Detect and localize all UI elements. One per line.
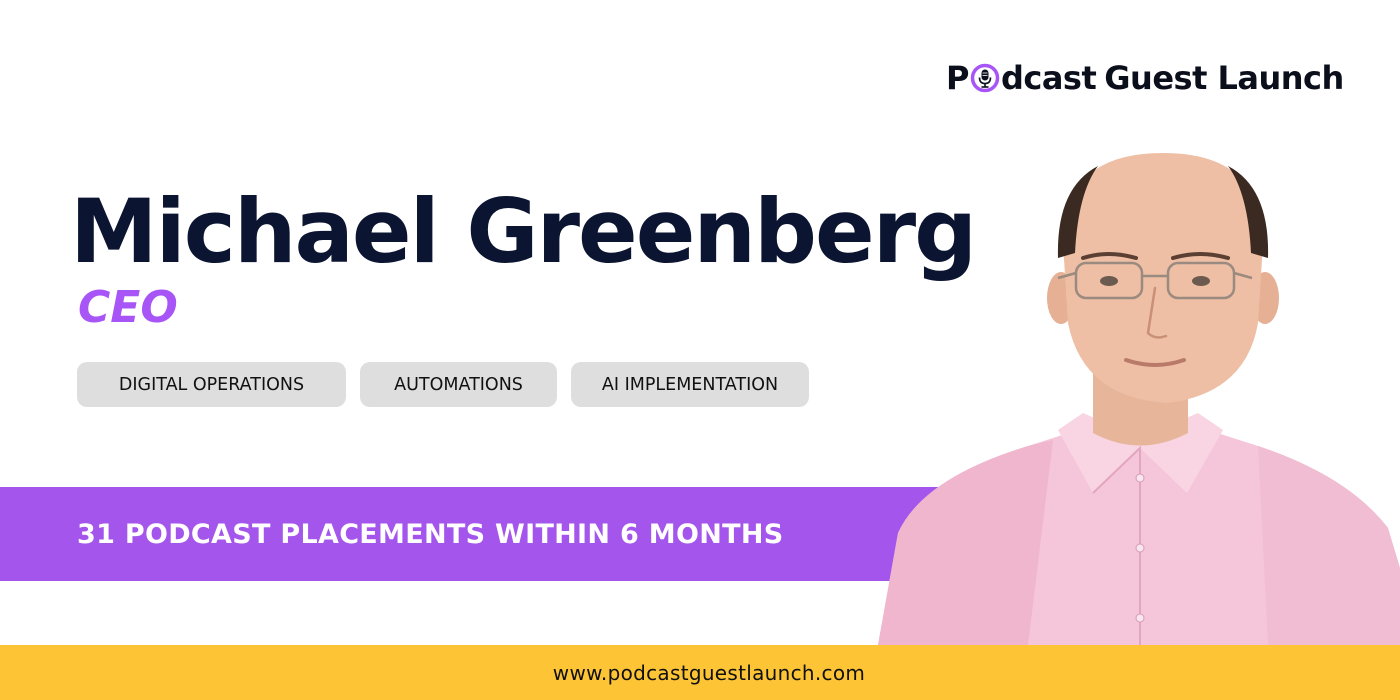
guest-name: Michael Greenberg [70, 180, 977, 283]
placements-banner-text: 31 PODCAST PLACEMENTS WITHIN 6 MONTHS [77, 518, 784, 550]
guest-role: CEO [78, 282, 178, 333]
website-link[interactable]: www.podcastguestlaunch.com [535, 661, 865, 685]
placements-banner: 31 PODCAST PLACEMENTS WITHIN 6 MONTHS [0, 487, 960, 581]
logo-text-guest-launch: Guest Launch [1104, 59, 1344, 97]
logo-text-p: P [946, 59, 969, 97]
tag-automations: AUTOMATIONS [360, 362, 557, 407]
expertise-tags: DIGITAL OPERATIONS AUTOMATIONS AI IMPLEM… [77, 362, 809, 407]
guest-portrait [878, 153, 1400, 645]
logo-text-dcast: dcast [1000, 59, 1097, 97]
brand-logo: P dcast Guest Launch [946, 56, 1366, 100]
microphone-icon [970, 63, 1000, 93]
tag-digital-operations: DIGITAL OPERATIONS [77, 362, 346, 407]
footer-bar: www.podcastguestlaunch.com [0, 645, 1400, 700]
tag-ai-implementation: AI IMPLEMENTATION [571, 362, 809, 407]
